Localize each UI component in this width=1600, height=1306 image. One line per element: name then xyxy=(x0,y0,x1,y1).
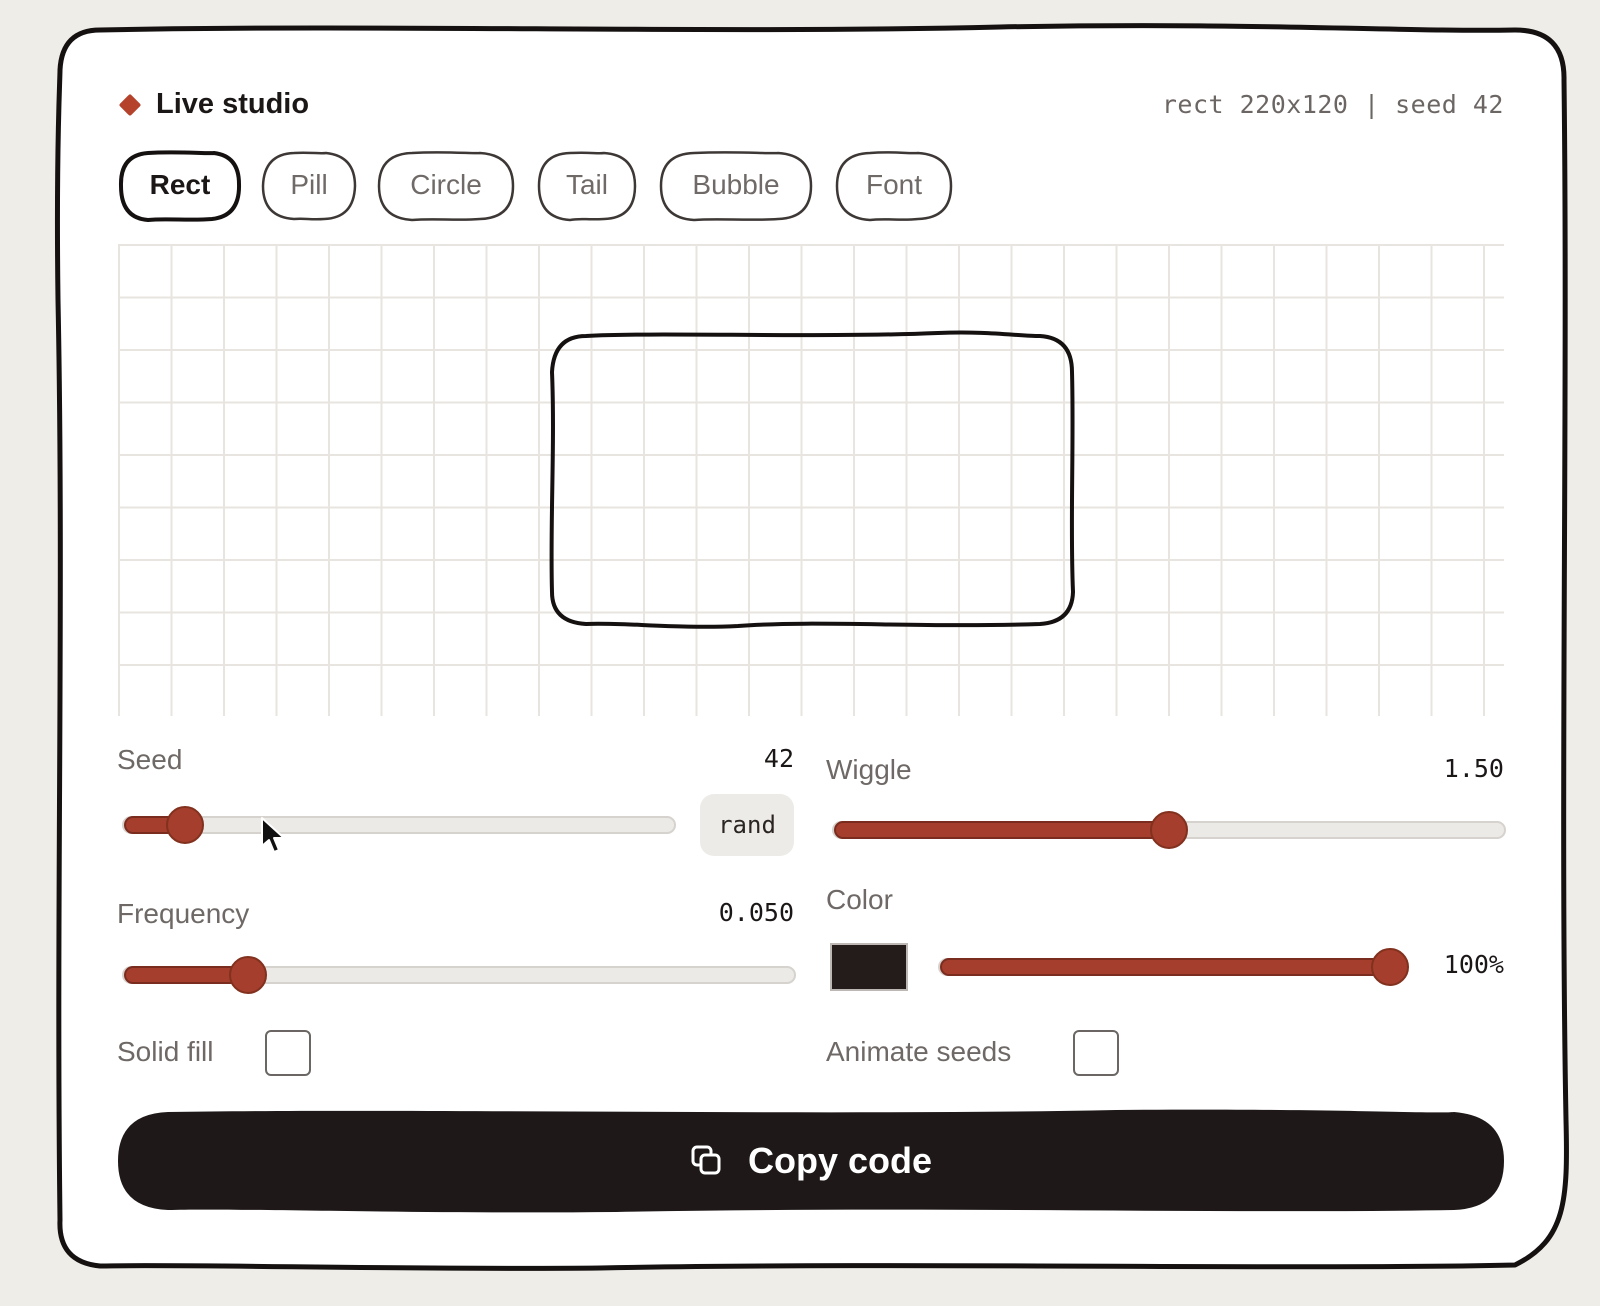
solid-fill-label: Solid fill xyxy=(117,1036,214,1067)
copy-code-button[interactable]: Copy code xyxy=(116,1108,1506,1214)
tab-pill[interactable]: Pill xyxy=(260,150,358,221)
color-label: Color xyxy=(826,884,893,915)
tab-label: Bubble xyxy=(692,169,780,200)
animate-seeds-label: Animate seeds xyxy=(826,1036,1012,1067)
seed-value: 42 xyxy=(763,744,794,773)
tab-circle[interactable]: Circle xyxy=(376,150,516,222)
wiggle-slider[interactable] xyxy=(832,811,1506,849)
seed-label: Seed xyxy=(117,744,183,775)
opacity-slider-fill xyxy=(940,958,1390,976)
mouse-cursor-icon xyxy=(261,817,285,853)
tab-label: Tail xyxy=(565,169,608,200)
tab-tail[interactable]: Tail xyxy=(536,150,638,222)
preview-canvas xyxy=(118,244,1504,716)
wiggle-label: Wiggle xyxy=(826,754,912,785)
app-title: Live studio xyxy=(156,88,310,120)
rand-button[interactable]: rand xyxy=(700,794,794,856)
frequency-value: 0.050 xyxy=(718,898,794,927)
copy-button-content: Copy code xyxy=(116,1108,1506,1214)
tab-bubble[interactable]: Bubble xyxy=(658,150,814,222)
copy-button-label: Copy code xyxy=(747,1140,933,1181)
diamond-icon xyxy=(118,93,142,116)
tab-label: Rect xyxy=(149,169,211,200)
seed-slider-thumb[interactable] xyxy=(165,806,204,844)
solid-fill-checkbox[interactable] xyxy=(265,1030,311,1076)
opacity-slider[interactable] xyxy=(938,948,1409,986)
tab-font[interactable]: Font xyxy=(834,150,954,222)
tab-label: Circle xyxy=(410,169,482,200)
seed-slider[interactable] xyxy=(122,806,676,844)
tab-label: Pill xyxy=(290,169,328,200)
brand: Live studio xyxy=(118,88,309,121)
frequency-slider[interactable] xyxy=(122,956,796,994)
frequency-label: Frequency xyxy=(117,898,250,929)
wiggle-slider-fill xyxy=(834,821,1169,839)
opacity-value: 100% xyxy=(1443,950,1504,979)
shape-meta: rect 220x120 | seed 42 xyxy=(1161,90,1504,119)
tab-rect[interactable]: Rect xyxy=(118,150,242,222)
tab-label: Font xyxy=(865,169,923,200)
copy-icon xyxy=(691,1145,721,1175)
header: Live studio rect 220x120 | seed 42 xyxy=(118,88,1504,128)
rect-shape-preview xyxy=(549,330,1075,629)
frequency-slider-thumb[interactable] xyxy=(228,956,267,994)
wiggle-slider-thumb[interactable] xyxy=(1150,811,1188,849)
color-swatch[interactable] xyxy=(830,943,908,991)
animate-seeds-checkbox[interactable] xyxy=(1073,1030,1119,1076)
wiggle-value: 1.50 xyxy=(1443,754,1504,783)
